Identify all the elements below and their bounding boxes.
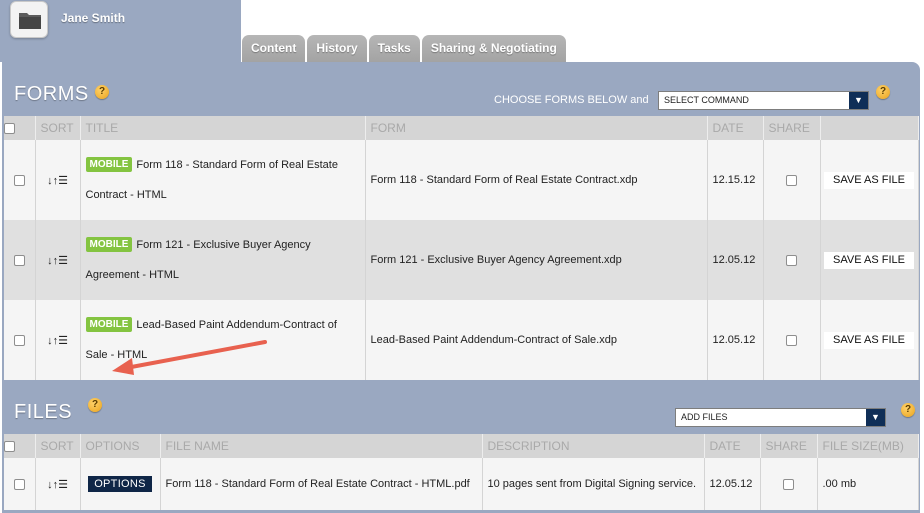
- header-file-size[interactable]: FILE SIZE(MB): [817, 434, 919, 458]
- form-date: 12.15.12: [707, 140, 764, 220]
- mobile-badge: MOBILE: [85, 157, 133, 172]
- main-panel: FORMS ? CHOOSE FORMS BELOW and SELECT CO…: [2, 62, 920, 513]
- select-command-dropdown[interactable]: SELECT COMMAND ▼: [658, 91, 869, 110]
- header-title[interactable]: TITLE: [80, 116, 366, 140]
- form-date: 12.05.12: [707, 220, 764, 300]
- sort-handle-icon[interactable]: ↓↑☰: [35, 140, 81, 220]
- tab-sharing-negotiating[interactable]: Sharing & Negotiating: [421, 35, 566, 62]
- file-date: 12.05.12: [704, 458, 761, 510]
- file-size: .00 mb: [817, 458, 919, 510]
- file-description: 10 pages sent from Digital Signing servi…: [482, 458, 705, 510]
- header-description[interactable]: DESCRIPTION: [482, 434, 705, 458]
- form-date: 12.05.12: [707, 300, 764, 380]
- row-checkbox[interactable]: [13, 334, 25, 346]
- header-form[interactable]: FORM: [365, 116, 708, 140]
- header-date[interactable]: DATE: [704, 434, 761, 458]
- add-files-dropdown[interactable]: ADD FILES ▼: [675, 408, 886, 427]
- user-name: Jane Smith: [61, 11, 126, 25]
- select-all-files[interactable]: [4, 434, 36, 458]
- header-options: OPTIONS: [80, 434, 161, 458]
- table-row: ↓↑☰ MOBILE Form 121 - Exclusive Buyer Age…: [4, 220, 919, 300]
- row-checkbox[interactable]: [13, 478, 25, 490]
- forms-title: FORMS: [14, 83, 89, 105]
- files-help-icon[interactable]: ?: [88, 398, 102, 412]
- share-checkbox[interactable]: [786, 174, 797, 186]
- share-checkbox[interactable]: [786, 334, 797, 346]
- select-command-value: SELECT COMMAND: [664, 95, 749, 105]
- share-checkbox[interactable]: [783, 478, 794, 490]
- table-row: ↓↑☰ OPTIONS Form 118 - Standard Form of …: [4, 458, 919, 510]
- choose-forms-label: CHOOSE FORMS BELOW and: [494, 94, 649, 106]
- select-all-forms[interactable]: [4, 116, 36, 140]
- form-file: Form 121 - Exclusive Buyer Agency Agreem…: [365, 220, 708, 300]
- row-checkbox[interactable]: [13, 254, 25, 266]
- file-name[interactable]: Form 118 - Standard Form of Real Estate …: [160, 458, 483, 510]
- annotation-arrow-icon: [112, 340, 267, 375]
- header-file-name[interactable]: FILE NAME: [160, 434, 483, 458]
- form-file: Form 118 - Standard Form of Real Estate …: [365, 140, 708, 220]
- select-all-checkbox[interactable]: [4, 123, 15, 135]
- save-as-file-button[interactable]: SAVE AS FILE: [824, 251, 914, 269]
- header-share[interactable]: SHARE: [763, 116, 821, 140]
- files-title: FILES: [14, 401, 73, 423]
- form-title-cell: MOBILE Form 118 - Standard Form of Real E…: [80, 140, 366, 220]
- mobile-badge: MOBILE: [85, 237, 133, 252]
- header-sort[interactable]: SORT: [35, 116, 81, 140]
- header-share[interactable]: SHARE: [760, 434, 818, 458]
- command-help-icon[interactable]: ?: [876, 85, 890, 99]
- forms-help-icon[interactable]: ?: [95, 85, 109, 99]
- row-checkbox[interactable]: [13, 174, 25, 186]
- header-sort[interactable]: SORT: [35, 434, 81, 458]
- save-as-file-button[interactable]: SAVE AS FILE: [824, 171, 914, 189]
- files-table: SORT OPTIONS FILE NAME DESCRIPTION DATE …: [4, 434, 919, 510]
- save-as-file-button[interactable]: SAVE AS FILE: [824, 331, 914, 349]
- sort-handle-icon[interactable]: ↓↑☰: [35, 220, 81, 300]
- add-files-help-icon[interactable]: ?: [901, 403, 915, 417]
- sort-handle-icon[interactable]: ↓↑☰: [35, 300, 81, 380]
- sort-handle-icon[interactable]: ↓↑☰: [35, 458, 81, 510]
- table-row: ↓↑☰ MOBILE Form 118 - Standard Form of Re…: [4, 140, 919, 220]
- header-date[interactable]: DATE: [707, 116, 764, 140]
- chevron-down-icon[interactable]: ▼: [866, 409, 885, 426]
- tab-tasks[interactable]: Tasks: [368, 35, 420, 62]
- forms-header-row: SORT TITLE FORM DATE SHARE: [4, 116, 919, 140]
- share-checkbox[interactable]: [786, 254, 797, 266]
- add-files-value: ADD FILES: [681, 412, 728, 422]
- header-action: [820, 116, 919, 140]
- files-header-row: SORT OPTIONS FILE NAME DESCRIPTION DATE …: [4, 434, 919, 458]
- tab-history[interactable]: History: [307, 35, 367, 62]
- folder-icon[interactable]: [10, 1, 48, 38]
- form-file: Lead-Based Paint Addendum-Contract of Sa…: [365, 300, 708, 380]
- form-title-cell: MOBILE Form 121 - Exclusive Buyer Agency …: [80, 220, 366, 300]
- select-all-checkbox[interactable]: [4, 441, 15, 453]
- tab-content[interactable]: Content: [242, 35, 306, 62]
- user-header: Jane Smith: [0, 0, 241, 62]
- tab-bar: Content History Tasks Sharing & Negotiat…: [242, 35, 568, 62]
- mobile-badge: MOBILE: [85, 317, 133, 332]
- chevron-down-icon[interactable]: ▼: [849, 92, 868, 109]
- options-button[interactable]: OPTIONS: [88, 476, 152, 492]
